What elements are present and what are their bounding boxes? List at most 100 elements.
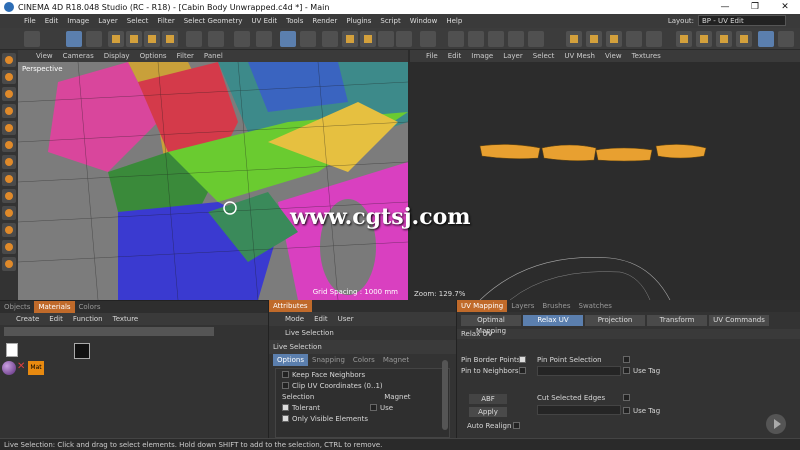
tab-uv-mapping[interactable]: UV Mapping [457,300,508,312]
texture-mode-4-icon[interactable] [736,31,752,47]
uv-mode-5-icon[interactable] [646,31,662,47]
subtab-magnet[interactable]: Magnet [379,354,413,366]
pin-neighbors-checkbox[interactable] [519,367,526,374]
grid-snap-icon[interactable] [758,31,774,47]
uv-menu-edit[interactable]: Edit [448,52,462,60]
uv-menu-layer[interactable]: Layer [503,52,523,60]
projection-button[interactable]: Projection [585,315,645,326]
bucket-tool-icon[interactable] [2,104,16,118]
material-swatch[interactable]: Mat [28,361,44,375]
texture-mode-3-icon[interactable] [716,31,732,47]
material-preview-icon[interactable] [2,361,16,375]
tab-swatches[interactable]: Swatches [575,300,616,312]
move-tool-icon[interactable] [2,53,16,67]
menu-filter[interactable]: Filter [157,17,174,25]
attr-menu-mode[interactable]: Mode [285,315,304,323]
uv-polygons-icon[interactable] [528,31,544,47]
keep-face-neighbors-checkbox[interactable] [282,371,289,378]
move-icon[interactable] [108,31,124,47]
tab-objects[interactable]: Objects [0,301,34,313]
menu-layer[interactable]: Layer [98,17,118,25]
rotate-icon[interactable] [144,31,160,47]
texture-thumbnail-white[interactable] [6,343,18,357]
drop-tool-icon[interactable] [2,189,16,203]
cut-edges-field[interactable] [537,405,621,415]
render-view-icon[interactable] [322,31,338,47]
uv-menu-file[interactable]: File [426,52,438,60]
materials-menu-function[interactable]: Function [73,315,103,323]
menu-script[interactable]: Script [380,17,400,25]
tab-brushes[interactable]: Brushes [538,300,574,312]
paint-icon[interactable] [234,31,250,47]
viewport-menu-filter[interactable]: Filter [177,52,194,60]
menu-plugins[interactable]: Plugins [346,17,371,25]
material-scroll-bar[interactable] [4,327,214,336]
menu-image[interactable]: Image [67,17,89,25]
cube-icon[interactable] [342,31,358,47]
brush-icon[interactable] [186,31,202,47]
light-icon[interactable] [378,31,394,47]
star-tool-icon[interactable] [2,240,16,254]
sharpen-tool-icon[interactable] [2,206,16,220]
layout-dropdown[interactable]: BP - UV Edit [698,15,786,26]
menu-select[interactable]: Select [127,17,149,25]
clip-uv-checkbox[interactable] [282,382,289,389]
menu-file[interactable]: File [24,17,36,25]
polygons-mode-icon[interactable] [488,31,504,47]
uv-menu-uv-mesh[interactable]: UV Mesh [564,52,595,60]
uv-mode-2-icon[interactable] [586,31,602,47]
layer-tool-icon[interactable] [208,31,224,47]
tab-materials[interactable]: Materials [34,301,75,313]
attr-menu-edit[interactable]: Edit [314,315,328,323]
uv-menu-image[interactable]: Image [471,52,493,60]
clone-icon[interactable] [256,31,272,47]
uv-menu-view[interactable]: View [605,52,622,60]
live-selection-icon[interactable] [66,31,82,47]
subtab-options[interactable]: Options [273,354,309,366]
pin-point-checkbox[interactable] [623,356,630,363]
clone-tool-icon[interactable] [2,155,16,169]
use-tag-2-checkbox[interactable] [623,407,630,414]
menu-help[interactable]: Help [446,17,462,25]
menu-render[interactable]: Render [312,17,337,25]
viewport-menu-cameras[interactable]: Cameras [63,52,94,60]
viewport-menu-options[interactable]: Options [140,52,167,60]
menu-uv-edit[interactable]: UV Edit [251,17,277,25]
relax-uv-button[interactable]: Relax UV [523,315,583,326]
materials-menu-edit[interactable]: Edit [49,315,63,323]
uv-mode-4-icon[interactable] [626,31,642,47]
restore-button[interactable]: ❐ [740,0,770,14]
last-tool-icon[interactable] [162,31,178,47]
use-tag-1-checkbox[interactable] [623,367,630,374]
viewport-menu-view[interactable]: View [36,52,53,60]
tolerant-checkbox[interactable] [282,404,289,411]
viewport-menu-display[interactable]: Display [104,52,130,60]
paint-setup-icon[interactable] [280,31,296,47]
cut-edges-checkbox[interactable] [623,394,630,401]
viewport-menu-panel[interactable]: Panel [204,52,223,60]
minimize-button[interactable]: — [710,0,740,14]
cube-alt-icon[interactable] [360,31,376,47]
materials-menu-texture[interactable]: Texture [113,315,139,323]
settings-icon[interactable] [778,31,794,47]
transform-button[interactable]: Transform [647,315,707,326]
gradient-tool-icon[interactable] [2,121,16,135]
menu-select-geometry[interactable]: Select Geometry [184,17,243,25]
checker-icon[interactable] [420,31,436,47]
uv-commands-button[interactable]: UV Commands [709,315,769,326]
dodge-tool-icon[interactable] [2,172,16,186]
uv-points-icon[interactable] [508,31,524,47]
close-button[interactable]: ✕ [770,0,800,14]
materials-menu-create[interactable]: Create [16,315,39,323]
play-icon[interactable] [766,414,786,434]
subtab-colors[interactable]: Colors [349,354,379,366]
attr-menu-user[interactable]: User [338,315,354,323]
texture-thumbnail-dark[interactable] [74,343,90,359]
uv-mode-icon[interactable] [566,31,582,47]
only-visible-checkbox[interactable] [282,415,289,422]
uv-editor-viewport[interactable]: Zoom: 129.7% [410,62,800,300]
remove-icon[interactable]: ✕ [17,361,25,372]
edges-mode-icon[interactable] [468,31,484,47]
magnet-use-checkbox[interactable] [369,404,377,411]
points-mode-icon[interactable] [448,31,464,47]
